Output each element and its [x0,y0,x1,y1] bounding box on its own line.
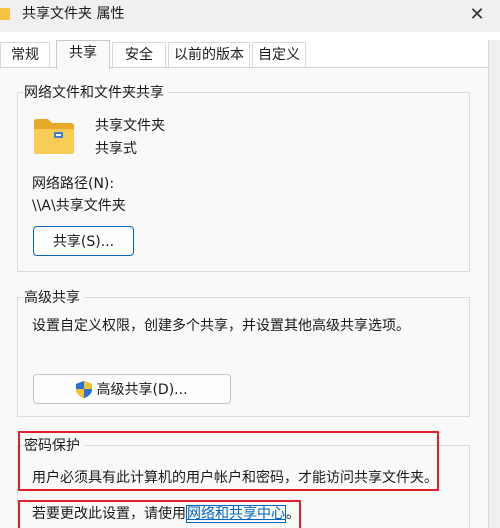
tab-customize[interactable]: 自定义 [252,42,306,68]
tab-previous-versions[interactable]: 以前的版本 [168,42,250,68]
tab-strip: 常规 共享 安全 以前的版本 自定义 [0,40,500,69]
tab-general[interactable]: 常规 [0,42,50,68]
uac-shield-icon [76,380,93,398]
advanced-sharing-description: 设置自定义权限，创建多个共享，并设置其他高级共享选项。 [32,318,410,334]
advanced-sharing-title: 高级共享 [24,289,84,307]
title-bar: 共享文件夹 属性 ✕ [0,0,500,32]
advanced-sharing-button[interactable]: 高级共享(D)... [33,374,231,404]
folder-name: 共享文件夹 [95,118,165,134]
shared-folder-icon [34,119,74,154]
network-path-value: \\A\共享文件夹 [32,198,126,214]
password-highlight-box [18,431,439,491]
close-button[interactable]: ✕ [462,2,492,26]
window-title: 共享文件夹 属性 [22,6,125,22]
network-path-label: 网络路径(N): [32,176,115,192]
window-edge [488,40,500,528]
close-icon: ✕ [469,3,485,25]
tab-security[interactable]: 安全 [112,42,166,68]
network-sharing-title: 网络文件和文件夹共享 [24,84,168,102]
tab-sharing[interactable]: 共享 [56,40,110,69]
share-button[interactable]: 共享(S)... [33,226,134,256]
link-highlight-box [18,500,301,528]
folder-icon [0,7,10,20]
share-state: 共享式 [95,141,137,157]
